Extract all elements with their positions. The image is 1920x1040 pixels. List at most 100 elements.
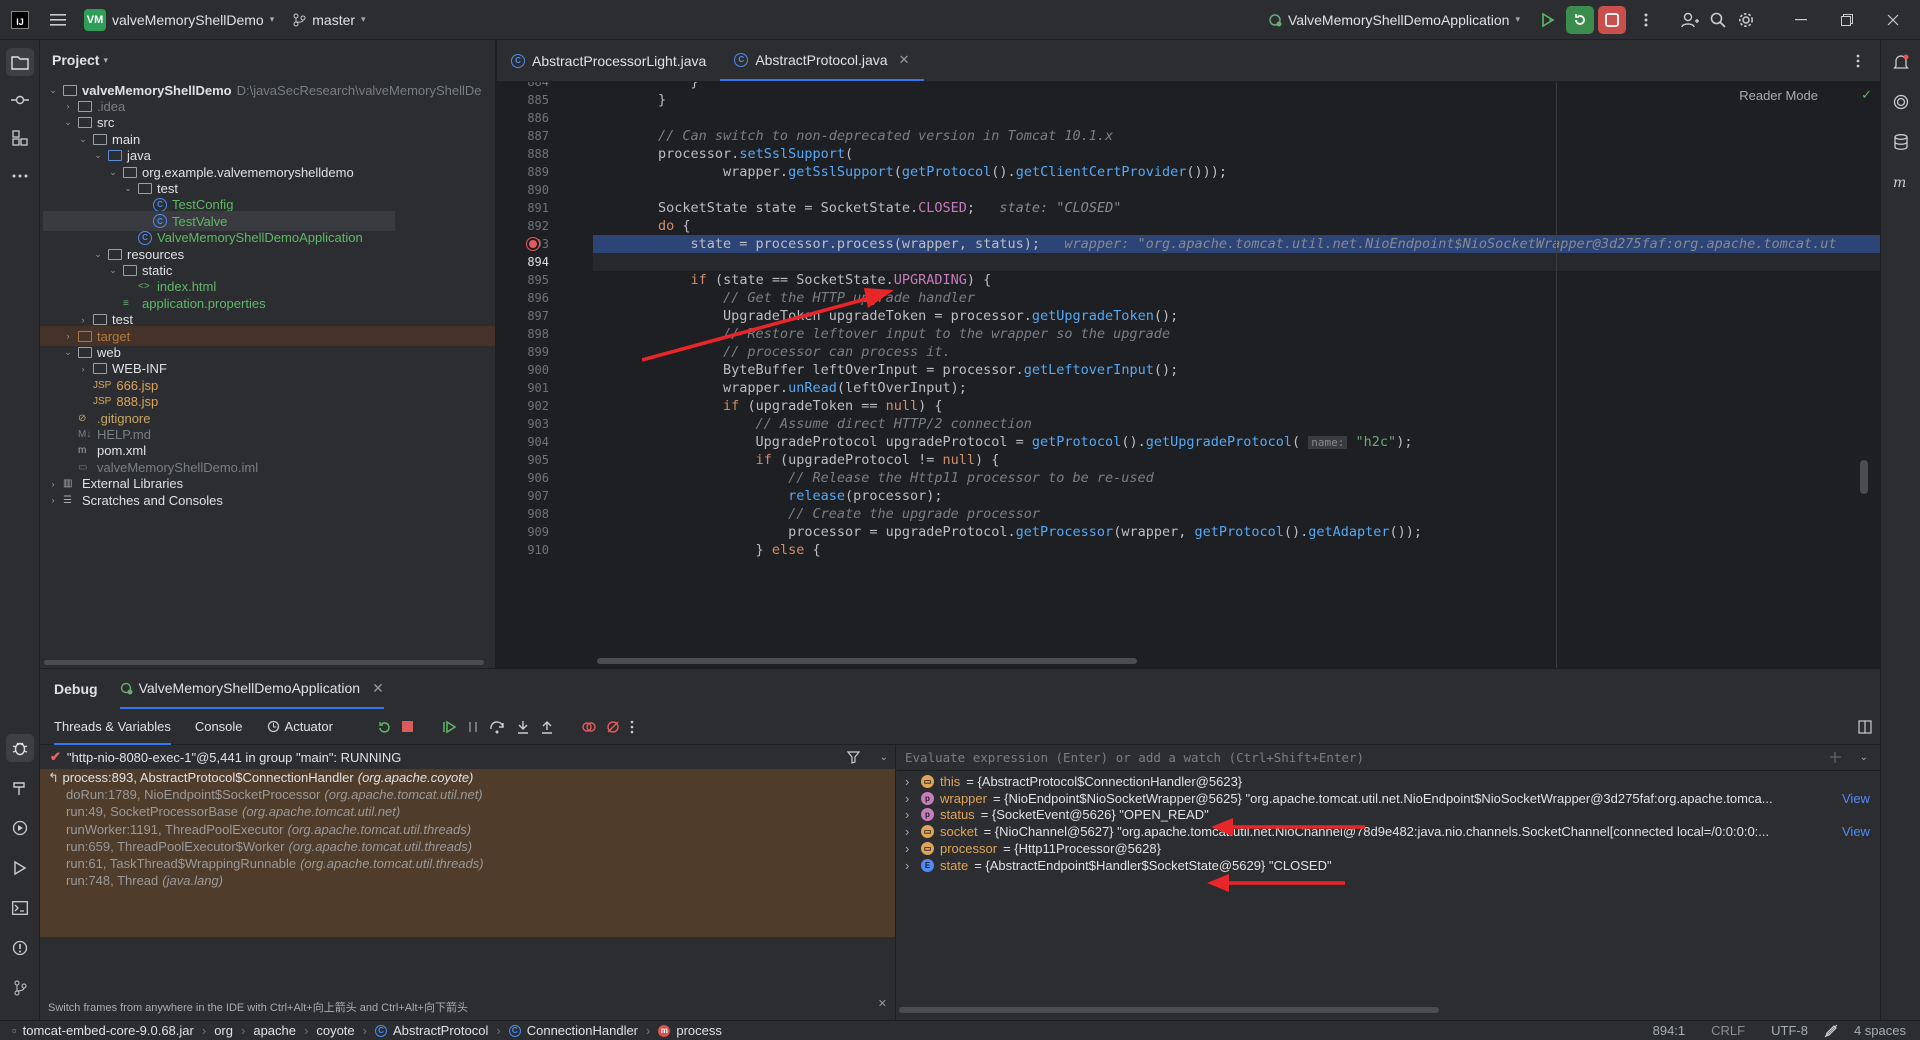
tree-item[interactable]: › ☰ Scratches and Consoles — [48, 490, 223, 510]
line-number[interactable]: 892 — [497, 217, 577, 235]
debug-tool-button[interactable] — [6, 734, 34, 762]
main-menu-icon[interactable] — [44, 6, 72, 34]
search-button[interactable] — [1704, 6, 1732, 34]
line-number[interactable]: 894 — [497, 253, 577, 271]
chevron-right-icon[interactable]: › — [63, 101, 73, 111]
mute-breakpoints-icon[interactable] — [606, 720, 620, 734]
chevron-right-icon[interactable]: › — [48, 495, 58, 505]
thread-selector[interactable]: ✔ "http-nio-8080-exec-1"@5,441 in group … — [40, 745, 896, 769]
line-number[interactable]: 899 — [497, 343, 577, 361]
stack-frame[interactable]: doRun:1789, NioEndpoint$SocketProcessor(… — [40, 786, 896, 803]
line-number[interactable]: 901 — [497, 379, 577, 397]
minimize-button[interactable] — [1778, 6, 1824, 34]
chevron-right-icon[interactable]: › — [78, 315, 88, 325]
run-config-selector[interactable]: ValveMemoryShellDemoApplication ▾ — [1268, 12, 1520, 28]
subtab-threads-variables[interactable]: Threads & Variables — [54, 709, 171, 745]
chevron-right-icon[interactable]: › — [905, 857, 915, 874]
chevron-down-icon[interactable]: ⌄ — [63, 117, 73, 128]
more-actions-button[interactable] — [1632, 6, 1660, 34]
filter-icon[interactable] — [846, 750, 860, 764]
line-number[interactable]: 897 — [497, 307, 577, 325]
variable-row[interactable]: › Estate = {AbstractEndpoint$Handler$Socke… — [897, 857, 1880, 874]
rerun-button[interactable] — [1534, 6, 1562, 34]
tab-options-button[interactable] — [1844, 47, 1872, 75]
breadcrumb-item[interactable]: ▫ tomcat-embed-core-9.0.68.jar — [12, 1023, 194, 1038]
vertical-scrollbar[interactable] — [1860, 460, 1868, 494]
file-encoding[interactable]: UTF-8 — [1771, 1023, 1808, 1038]
close-tab-icon[interactable]: ✕ — [899, 52, 910, 68]
subtab-console[interactable]: Console — [195, 719, 243, 734]
chevron-down-icon[interactable]: ⌄ — [78, 134, 88, 145]
line-number[interactable]: 890 — [497, 181, 577, 199]
more-vertical-icon[interactable] — [630, 720, 634, 734]
chevron-down-icon[interactable]: ⌄ — [93, 249, 103, 260]
line-number[interactable]: 908 — [497, 505, 577, 523]
pause-icon[interactable] — [466, 720, 480, 734]
horizontal-scrollbar[interactable] — [597, 658, 1137, 664]
restore-button[interactable] — [1824, 6, 1870, 34]
stop-icon[interactable] — [401, 720, 414, 733]
stack-frame[interactable]: ↰ process:893, AbstractProtocol$Connecti… — [40, 769, 896, 786]
services-tool-button[interactable] — [6, 814, 34, 842]
project-panel-header[interactable]: Project ▾ — [40, 40, 495, 80]
line-number[interactable]: 910 — [497, 541, 577, 559]
more-tools-button[interactable] — [6, 162, 34, 190]
chevron-right-icon[interactable]: › — [905, 790, 915, 807]
view-breakpoints-icon[interactable] — [582, 720, 596, 734]
subtab-actuator[interactable]: Actuator — [267, 719, 333, 734]
caret-position[interactable]: 894:1 — [1653, 1023, 1686, 1038]
horizontal-scrollbar[interactable] — [899, 1007, 1439, 1013]
close-window-button[interactable] — [1870, 6, 1916, 34]
line-number[interactable]: 902 — [497, 397, 577, 415]
line-number[interactable]: 898 — [497, 325, 577, 343]
database-button[interactable] — [1887, 128, 1915, 156]
chevron-down-icon[interactable]: ⌄ — [880, 752, 888, 763]
chevron-down-icon[interactable]: ⌄ — [108, 167, 118, 178]
chevron-down-icon[interactable]: ⌄ — [108, 265, 118, 276]
code-editor[interactable]: 8848858868878888898908918928938948958968… — [497, 82, 1880, 668]
breakpoint-icon[interactable] — [527, 238, 539, 250]
step-out-icon[interactable] — [540, 720, 554, 734]
line-number[interactable]: 895 — [497, 271, 577, 289]
maven-button[interactable]: m — [1887, 168, 1915, 196]
line-number[interactable]: 896 — [497, 289, 577, 307]
add-user-button[interactable] — [1676, 6, 1704, 34]
variable-row[interactable]: › ▭ processor = {Http11Processor@5628} — [897, 840, 1880, 857]
debug-tab-title[interactable]: Debug — [54, 681, 98, 697]
breadcrumb-item[interactable]: C ConnectionHandler — [508, 1023, 638, 1038]
line-separator[interactable]: CRLF — [1711, 1023, 1745, 1038]
chevron-right-icon[interactable]: › — [905, 823, 915, 840]
line-number[interactable]: 907 — [497, 487, 577, 505]
line-number[interactable]: 905 — [497, 451, 577, 469]
build-tool-button[interactable] — [6, 774, 34, 802]
git-tool-button[interactable] — [6, 974, 34, 1002]
line-number[interactable]: 904 — [497, 433, 577, 451]
step-over-icon[interactable] — [490, 720, 506, 734]
chevron-right-icon[interactable]: › — [905, 773, 915, 790]
stack-frame[interactable]: run:61, TaskThread$WrappingRunnable (org.… — [40, 855, 896, 872]
structure-tool-button[interactable] — [6, 124, 34, 152]
settings-button[interactable] — [1732, 6, 1760, 34]
line-number[interactable]: 900 — [497, 361, 577, 379]
chevron-down-icon[interactable]: ⌄ — [123, 183, 133, 194]
chevron-right-icon[interactable]: › — [78, 364, 88, 374]
variable-row[interactable]: › ▭ this = {AbstractProtocol$ConnectionHand… — [897, 773, 1880, 790]
chevron-right-icon[interactable]: › — [905, 806, 915, 823]
close-icon[interactable]: ✕ — [372, 680, 384, 697]
chevron-right-icon[interactable]: › — [905, 840, 915, 857]
step-into-icon[interactable] — [516, 720, 530, 734]
stack-frame[interactable]: run:748, Thread (java.lang) — [40, 872, 896, 889]
variable-row[interactable]: › ▭ socket = {NioChannel@5627} "org.apache.… — [897, 823, 1880, 840]
chevron-down-icon[interactable]: ⌄ — [48, 85, 58, 96]
layout-icon[interactable] — [1858, 719, 1872, 734]
branch-switcher[interactable]: master ▾ — [292, 12, 366, 28]
line-number[interactable]: 906 — [497, 469, 577, 487]
chevron-down-icon[interactable]: ⌄ — [93, 150, 103, 161]
breadcrumb-item[interactable]: m process — [658, 1023, 722, 1038]
terminal-tool-button[interactable] — [6, 894, 34, 922]
ai-assistant-button[interactable] — [1887, 88, 1915, 116]
line-number[interactable]: 885 — [497, 91, 577, 109]
rerun-icon[interactable] — [377, 720, 391, 734]
project-switcher[interactable]: VM valveMemoryShellDemo ▾ — [84, 8, 274, 31]
line-number[interactable]: 889 — [497, 163, 577, 181]
